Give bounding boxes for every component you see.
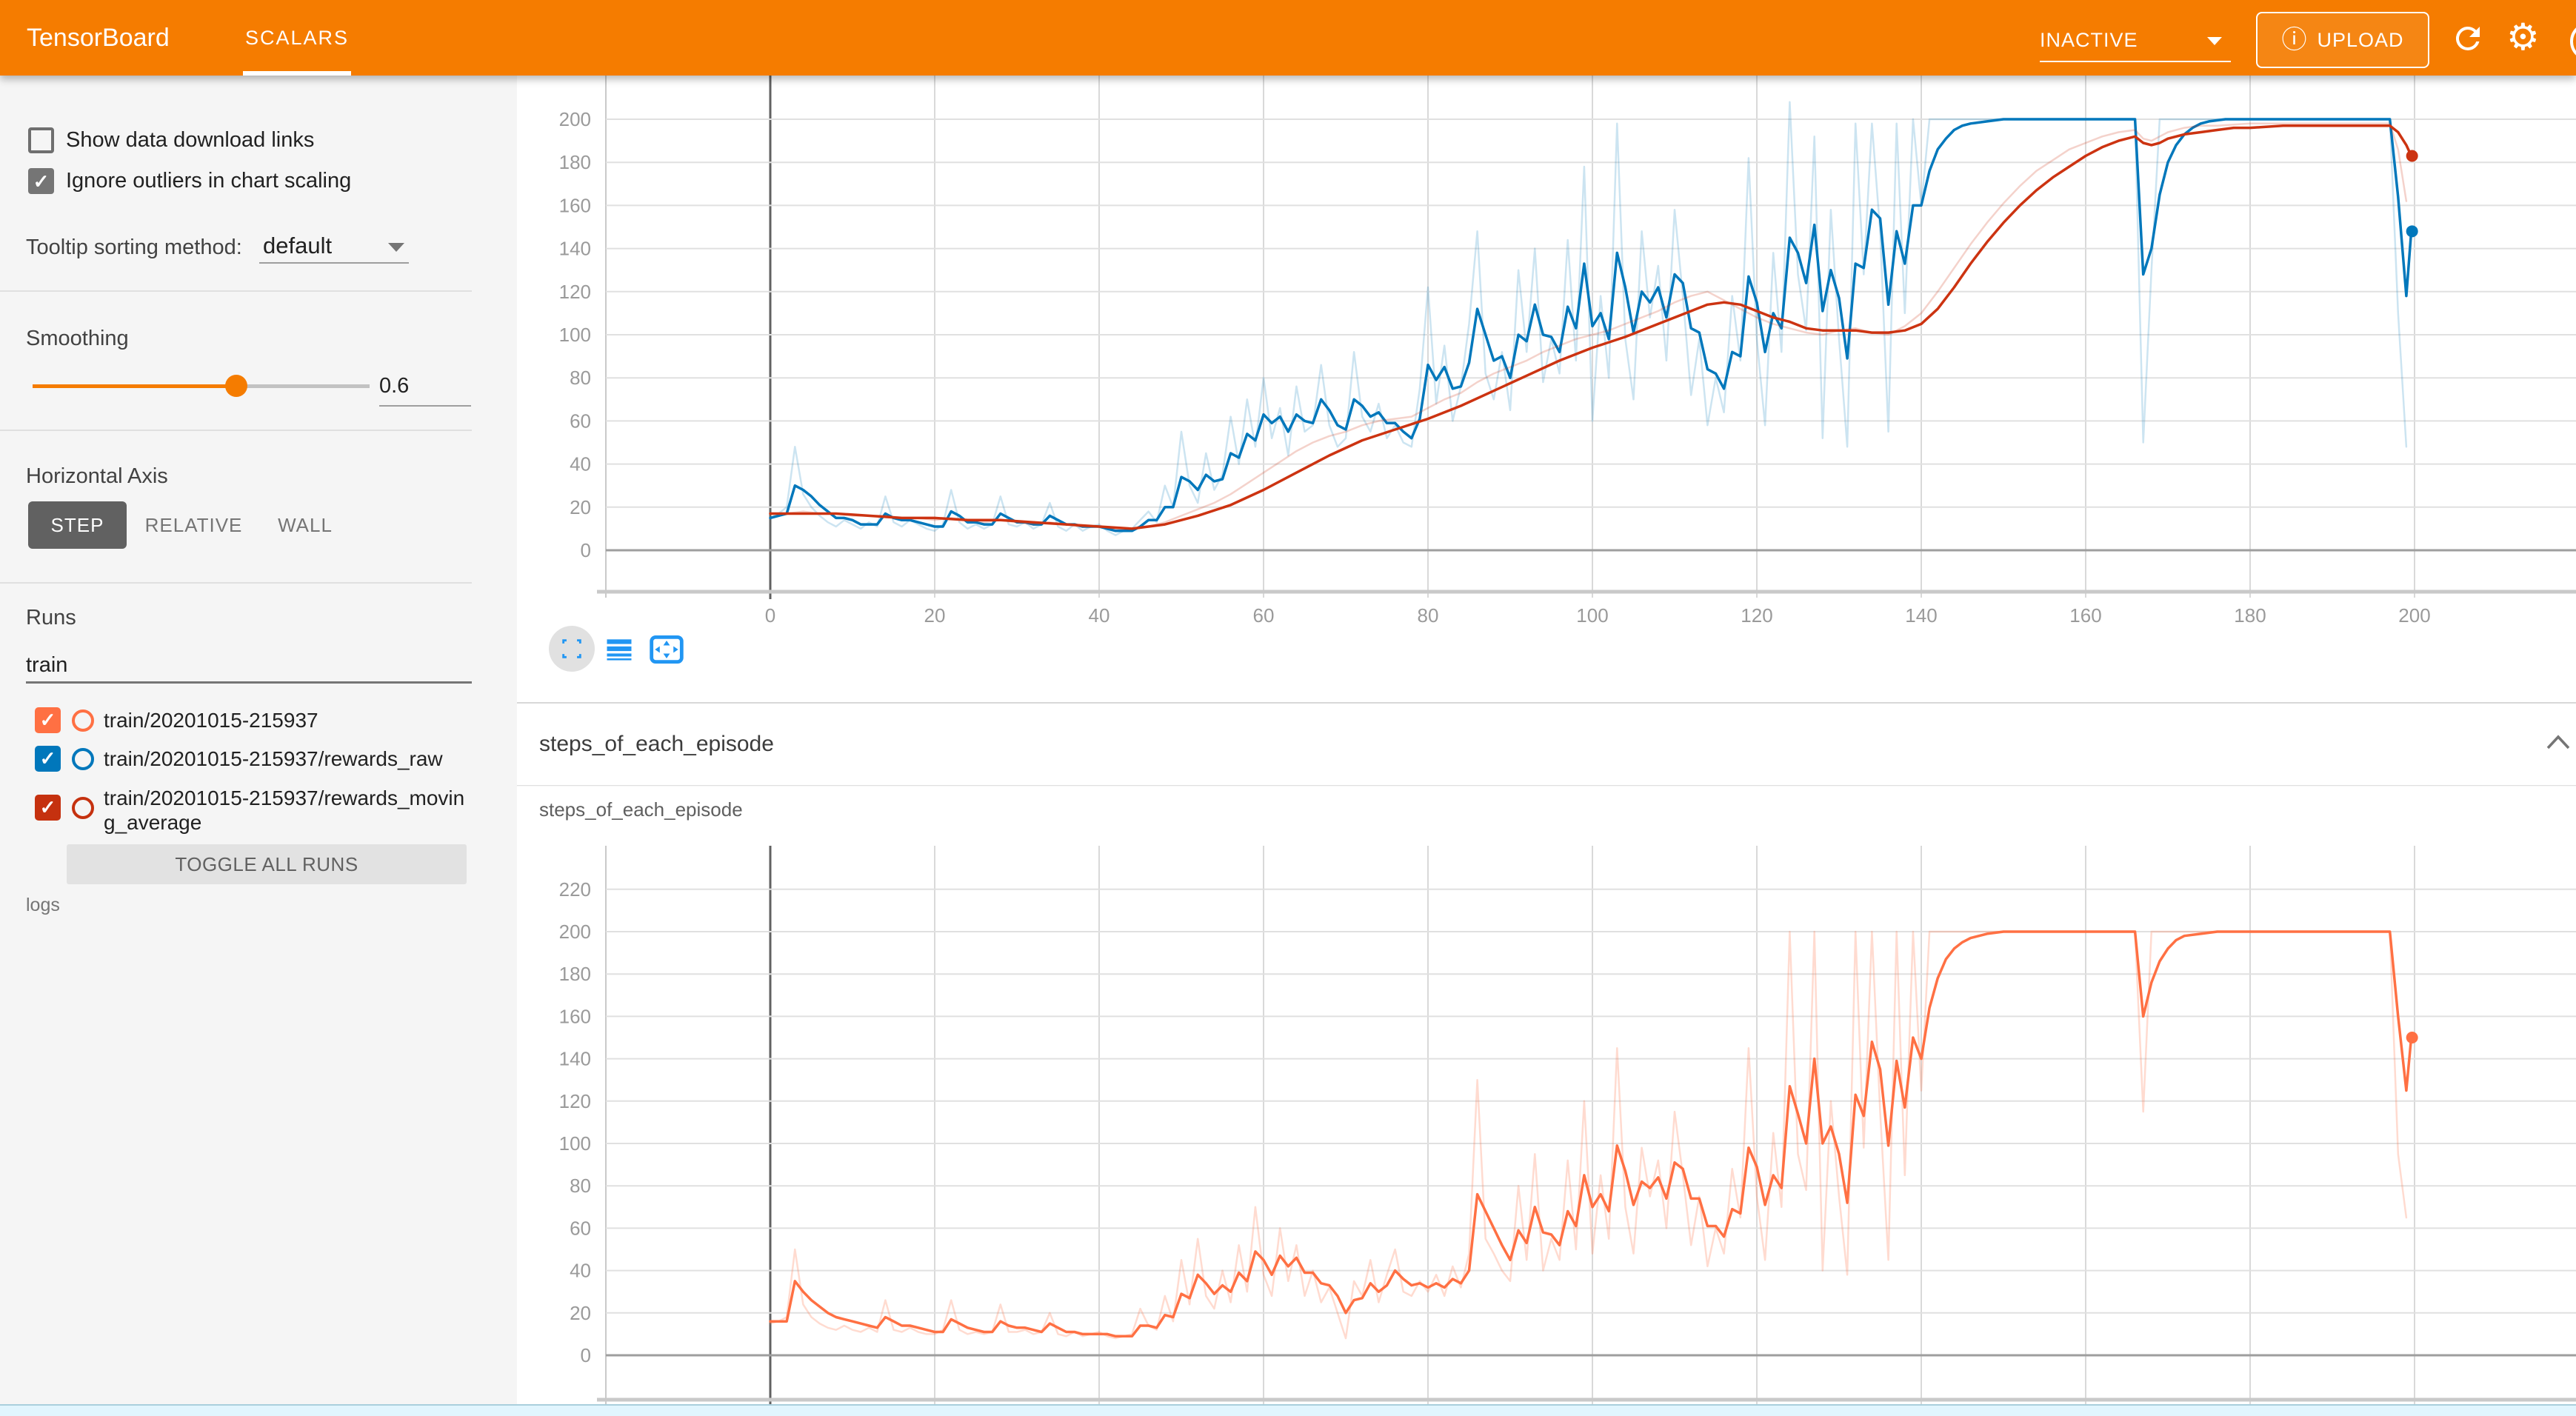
show-download-links-checkbox[interactable] [28,127,54,153]
slider-track-filled[interactable] [33,384,236,388]
show-download-links-label: Show data download links [66,127,314,153]
status-dropdown[interactable]: INACTIVE [2040,25,2231,61]
slider-track[interactable] [236,384,370,388]
svg-text:80: 80 [570,1175,591,1197]
app-title: TensorBoard [27,0,170,76]
svg-text:180: 180 [2234,604,2266,627]
svg-text:100: 100 [1576,604,1608,627]
upload-button[interactable]: ⓘ UPLOAD [2256,12,2429,68]
steps-chart-card: steps_of_each_episode 0 20 40 60 80 100 120 140… [517,787,2576,1404]
run-color-swatch [72,797,94,819]
svg-text:200: 200 [559,921,591,943]
tab-underline [243,71,351,76]
chevron-up-icon[interactable] [2545,733,2572,751]
run-filter-input[interactable]: train [26,653,67,678]
svg-text:120: 120 [559,281,591,303]
rewards-chart[interactable]: 0 20 40 60 80 100 120 140 160 180 200 0 20 40 60 80 100 1… [517,76,2576,702]
smoothing-value[interactable]: 0.6 [379,374,409,398]
svg-text:60: 60 [570,1217,591,1239]
divider [0,290,472,292]
axis-step-button[interactable]: STEP [28,501,127,549]
svg-text:40: 40 [570,453,591,475]
refresh-icon[interactable] [2450,21,2486,56]
svg-text:160: 160 [2069,604,2101,627]
run-label-2: train/20201015-215937/rewards_raw [104,746,443,772]
ignore-outliers-checkbox[interactable]: ✓ [28,168,54,194]
run-label-1: train/20201015-215937 [104,707,318,733]
svg-text:120: 120 [559,1090,591,1112]
svg-text:200: 200 [2398,604,2430,627]
steps-chart[interactable]: 0 20 40 60 80 100 120 140 160 180 200 220 [517,787,2576,1404]
run-checkbox-3[interactable]: ✓ [35,795,61,821]
svg-text:40: 40 [1089,604,1110,627]
divider [0,582,472,584]
section-header[interactable]: steps_of_each_episode [517,704,2576,786]
svg-text:200: 200 [559,108,591,130]
svg-text:220: 220 [559,878,591,901]
svg-text:100: 100 [559,324,591,346]
section-title: steps_of_each_episode [539,704,774,785]
help-icon[interactable] [2570,22,2576,61]
divider [0,430,472,431]
status-underline [2040,61,2231,62]
svg-text:20: 20 [570,1302,591,1324]
svg-text:140: 140 [559,1048,591,1070]
app-header: TensorBoard SCALARS INACTIVE ⓘ UPLOAD ⚙ [0,0,2576,76]
svg-text:60: 60 [1253,604,1275,627]
tensorboard-app: { "colors":{"accent":"#f57c00","icon_blu… [0,0,2576,1416]
svg-text:20: 20 [924,604,946,627]
chevron-down-icon[interactable] [2207,37,2222,45]
svg-text:160: 160 [559,1005,591,1027]
fit-domain-icon[interactable] [649,632,684,667]
run-color-swatch [72,748,94,770]
run-checkbox-2[interactable]: ✓ [35,746,61,772]
axis-relative-button[interactable]: RELATIVE [144,501,243,549]
ignore-outliers-label: Ignore outliers in chart scaling [66,168,351,194]
svg-text:120: 120 [1741,604,1772,627]
horizontal-axis-label: Horizontal Axis [26,464,168,489]
tab-scalars[interactable]: SCALARS [243,0,351,76]
svg-text:0: 0 [581,539,591,561]
run-checkbox-1[interactable]: ✓ [35,707,61,733]
tooltip-sort-label: Tooltip sorting method: [26,236,242,260]
svg-text:80: 80 [1418,604,1439,627]
chart-title: steps_of_each_episode [539,798,743,821]
expand-icon[interactable] [559,636,584,661]
svg-text:60: 60 [570,410,591,432]
bottom-scroll-strip[interactable] [0,1404,2576,1416]
runs-group-label: logs [26,895,60,916]
tooltip-sort-select[interactable]: default [263,233,332,259]
data-download-icon[interactable] [603,634,635,667]
svg-text:40: 40 [570,1260,591,1282]
svg-text:180: 180 [559,151,591,173]
run-filter-underline [26,681,472,684]
sidebar: Show data download links ✓ Ignore outlie… [0,76,493,1416]
smoothing-label: Smoothing [26,327,129,351]
info-icon: ⓘ [2281,27,2306,53]
gear-icon[interactable]: ⚙ [2506,16,2540,58]
svg-text:160: 160 [559,194,591,216]
svg-text:100: 100 [559,1132,591,1155]
svg-text:0: 0 [581,1344,591,1366]
runs-label: Runs [26,606,76,630]
svg-text:140: 140 [559,238,591,260]
run-color-swatch [72,709,94,732]
svg-text:0: 0 [765,604,775,627]
svg-text:140: 140 [1905,604,1937,627]
toggle-all-runs-button[interactable]: TOGGLE ALL RUNS [67,844,467,884]
svg-text:180: 180 [559,963,591,985]
run-label-3: train/20201015-215937/rewards_moving_ave… [104,786,472,835]
axis-wall-button[interactable]: WALL [261,501,350,549]
svg-text:80: 80 [570,367,591,389]
slider-thumb[interactable] [225,375,247,397]
smoothing-underline [379,405,471,407]
select-underline [259,262,409,264]
rewards-chart-card: 0 20 40 60 80 100 120 140 160 180 200 0 20 40 60 80 100 1… [517,76,2576,702]
chevron-down-icon[interactable] [388,243,404,252]
svg-text:20: 20 [570,496,591,518]
